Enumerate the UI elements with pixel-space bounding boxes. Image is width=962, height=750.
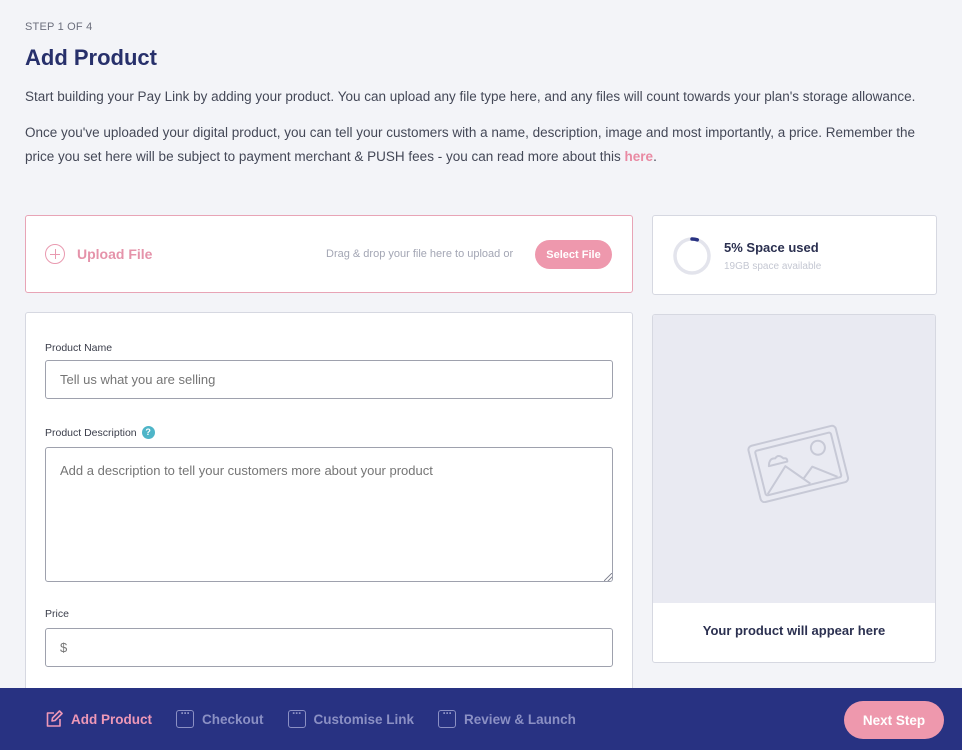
product-description-label: Product Description? xyxy=(45,426,155,439)
step-label-add-product: Add Product xyxy=(71,711,152,727)
intro-paragraph-1: Start building your Pay Link by adding y… xyxy=(25,89,916,104)
step-label-checkout: Checkout xyxy=(202,711,264,727)
price-input[interactable] xyxy=(45,628,613,667)
upload-file-trigger[interactable]: Upload File xyxy=(45,244,152,264)
dots-box-icon xyxy=(176,706,194,728)
product-preview-card: Your product will appear here xyxy=(652,314,936,663)
edit-icon xyxy=(46,710,63,727)
step-customise-link[interactable]: Customise Link xyxy=(287,706,415,728)
resize-grip-icon[interactable] xyxy=(604,573,612,581)
product-name-label: Product Name xyxy=(45,342,113,354)
price-label: Price xyxy=(45,608,69,620)
wizard-footer: Add Product Checkout Customise Link Revi… xyxy=(0,688,962,750)
space-used-title: 5% Space used xyxy=(724,240,819,255)
step-review-launch[interactable]: Review & Launch xyxy=(438,706,576,728)
drag-drop-text: Drag & drop your file here to upload or xyxy=(326,248,514,260)
storage-card: 5% Space used 19GB space available xyxy=(652,215,937,295)
step-label-review-launch: Review & Launch xyxy=(464,711,576,727)
product-name-input[interactable] xyxy=(45,360,613,399)
dots-box-icon xyxy=(438,706,457,728)
step-add-product[interactable]: Add Product xyxy=(45,710,152,728)
page-title: Add Product xyxy=(25,45,157,70)
product-description-label-text: Product Description xyxy=(45,427,137,439)
intro-text-suffix: . xyxy=(653,149,657,164)
intro-text: Start building your Pay Link by adding y… xyxy=(25,85,925,181)
ring-track xyxy=(673,237,711,275)
space-available-text: 19GB space available xyxy=(724,261,822,272)
preview-image-placeholder xyxy=(653,315,935,603)
intro-paragraph-2: Once you've uploaded your digital produc… xyxy=(25,121,925,169)
dots-box-icon xyxy=(287,706,306,728)
storage-progress-ring xyxy=(673,237,711,275)
image-placeholder-icon xyxy=(747,424,850,503)
product-description-textarea[interactable] xyxy=(45,447,613,582)
product-form: Product Name Product Description? Price xyxy=(25,312,633,702)
help-icon[interactable]: ? xyxy=(141,426,155,439)
step-checkout[interactable]: Checkout xyxy=(176,706,264,728)
preview-caption: Your product will appear here xyxy=(702,623,886,638)
select-file-button[interactable]: Select File xyxy=(535,240,612,269)
fees-link[interactable]: here xyxy=(625,149,654,164)
step-label-customise-link: Customise Link xyxy=(313,711,415,727)
upload-file-label: Upload File xyxy=(77,246,153,262)
intro-text-prefix: Once you've uploaded your digital produc… xyxy=(25,125,916,164)
step-nav: Add Product Checkout Customise Link Revi… xyxy=(45,706,600,728)
step-label: STEP 1 OF 4 xyxy=(25,21,93,33)
upload-dropzone[interactable]: Upload File Drag & drop your file here t… xyxy=(25,215,633,293)
plus-circle-icon xyxy=(45,244,65,264)
next-step-button[interactable]: Next Step xyxy=(844,701,944,739)
